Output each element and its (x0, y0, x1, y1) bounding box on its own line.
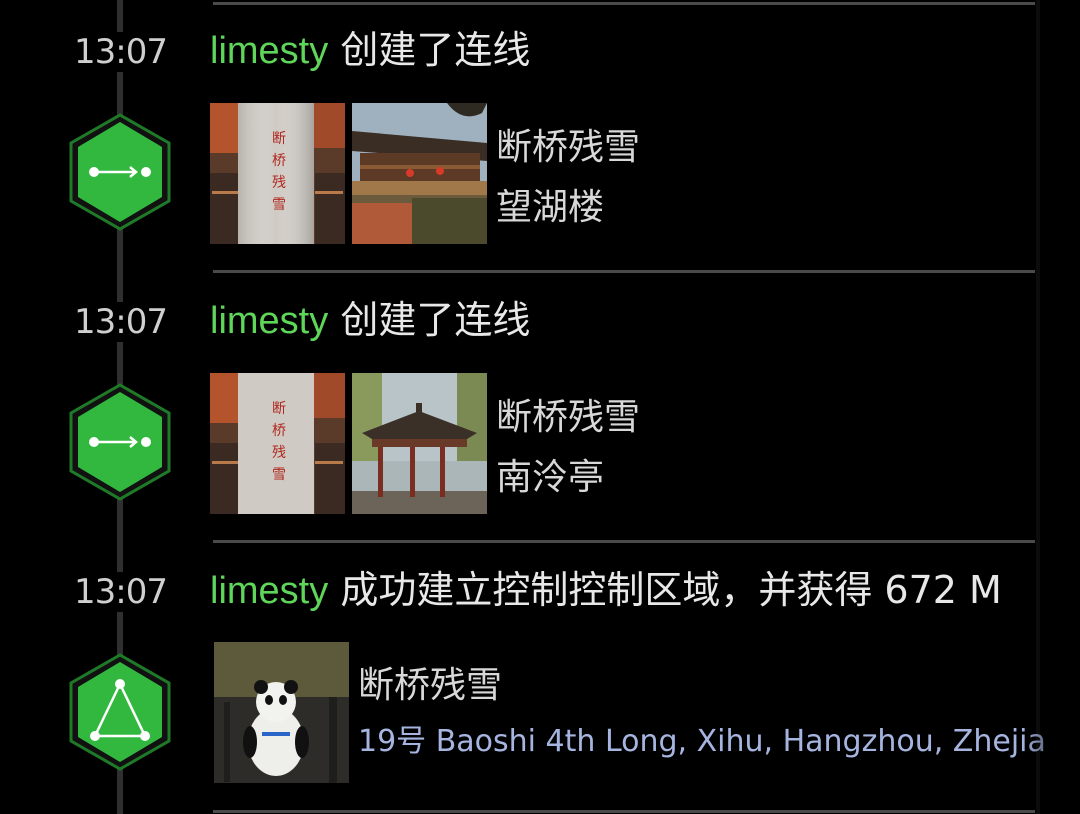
activity-entry[interactable]: 13:07 limesty 创建了连线 断 桥 残 雪 断桥残雪 望湖楼 (0, 0, 1080, 270)
svg-text:残: 残 (272, 445, 286, 461)
portal-name-from[interactable]: 断桥残雪 (496, 388, 640, 448)
svg-text:断: 断 (272, 401, 286, 417)
svg-text:桥: 桥 (272, 153, 286, 169)
portal-thumbnail-panda-statue[interactable] (214, 642, 349, 783)
link-arrow-icon (68, 382, 172, 502)
portal-address[interactable]: 19号 Baoshi 4th Long, Xihu, Hangzhou, Zhe… (358, 720, 1080, 764)
portal-thumbnails: 断 桥 残 雪 (210, 103, 487, 244)
player-name[interactable]: limesty (210, 30, 328, 72)
svg-text:桥: 桥 (272, 423, 286, 439)
portal-thumbnail-stone-tablet[interactable]: 断 桥 残 雪 (210, 103, 345, 244)
link-arrow-icon (68, 112, 172, 232)
portal-names: 断桥残雪 望湖楼 (496, 118, 640, 238)
entry-time: 13:07 (74, 32, 168, 72)
svg-text:断: 断 (272, 131, 286, 147)
portal-thumbnails: 断 桥 残 雪 (210, 373, 487, 514)
control-field-triangle-icon (68, 652, 172, 772)
activity-entry[interactable]: 13:07 limesty 创建了连线 断 桥 残 雪 断桥残雪 南泠亭 (0, 270, 1080, 540)
player-name[interactable]: limesty (210, 300, 328, 342)
svg-text:雪: 雪 (272, 197, 286, 213)
portal-thumbnail-pavilion-tower[interactable] (352, 103, 487, 244)
entry-action: 创建了连线 (340, 28, 531, 72)
entry-headline: limesty 创建了连线 (210, 296, 1080, 345)
portal-thumbnail-lake-pavilion[interactable] (352, 373, 487, 514)
svg-text:残: 残 (272, 175, 286, 191)
portal-name-from[interactable]: 断桥残雪 (496, 118, 640, 178)
player-name[interactable]: limesty (210, 570, 328, 612)
portal-names: 断桥残雪 南泠亭 (496, 388, 640, 508)
entry-time: 13:07 (74, 302, 168, 342)
entry-headline: limesty 创建了连线 (210, 26, 1080, 75)
entry-time: 13:07 (74, 572, 168, 612)
svg-text:雪: 雪 (272, 467, 286, 483)
entry-action: 创建了连线 (340, 298, 531, 342)
entry-action: 成功建立控制控制区域，并获得 672 M (340, 568, 1002, 612)
entry-headline: limesty 成功建立控制控制区域，并获得 672 M (210, 566, 1080, 615)
portal-name-to[interactable]: 南泠亭 (496, 448, 640, 508)
entry-divider (213, 810, 1035, 813)
portal-name[interactable]: 断桥残雪 (358, 658, 502, 714)
portal-thumbnail-stone-tablet[interactable]: 断 桥 残 雪 (210, 373, 345, 514)
portal-name-to[interactable]: 望湖楼 (496, 178, 640, 238)
